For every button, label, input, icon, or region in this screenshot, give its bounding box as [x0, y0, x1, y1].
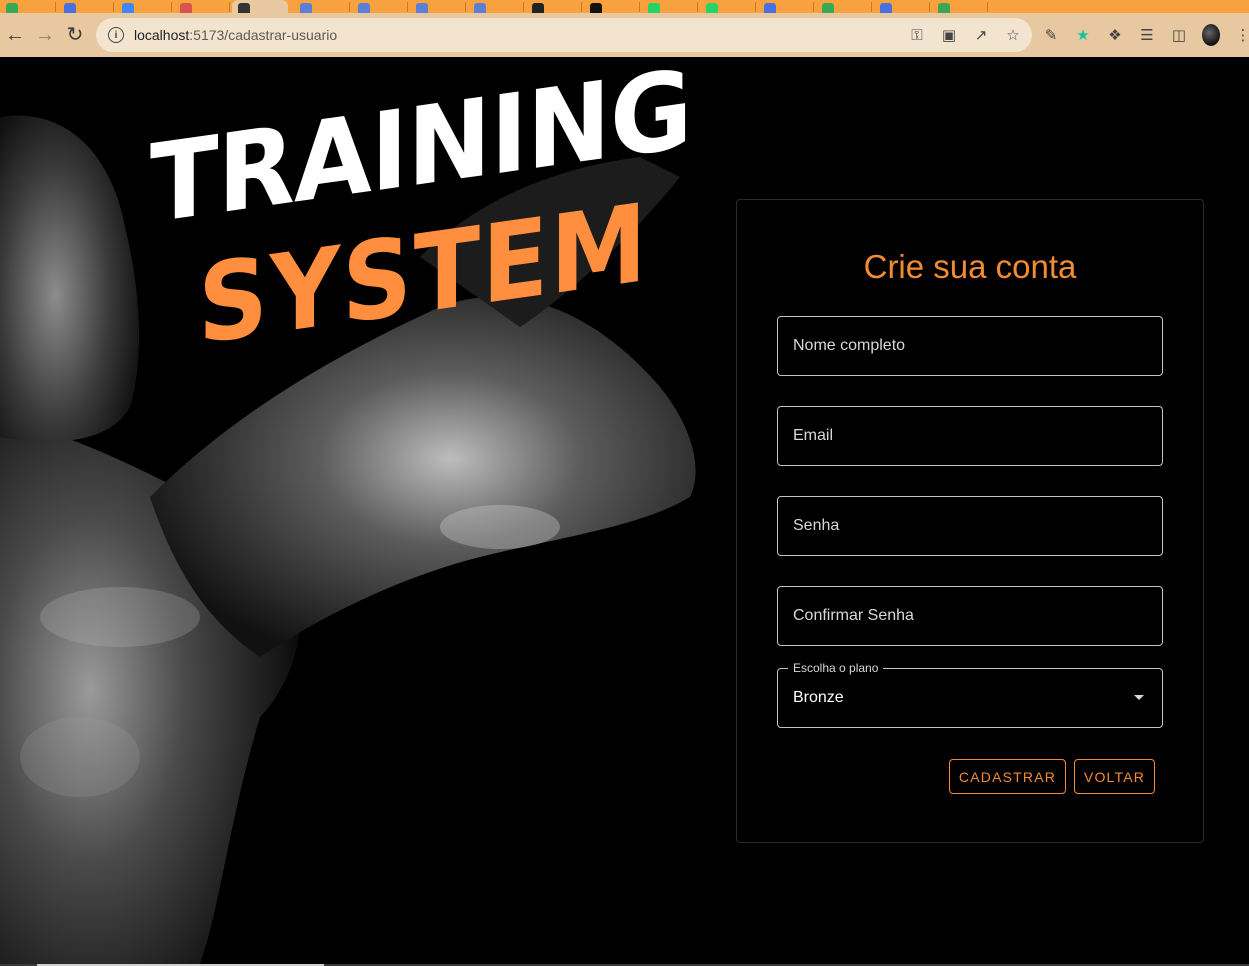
full-name-placeholder: Nome completo [793, 337, 906, 354]
tab-favicon-icon [648, 3, 660, 13]
dropdown-caret-icon[interactable] [1134, 695, 1144, 700]
forward-arrow-icon[interactable]: → [30, 20, 60, 50]
tab-favicon-icon [532, 3, 544, 13]
browser-tab[interactable] [758, 0, 814, 13]
back-button[interactable]: VOLTAR [1074, 759, 1155, 794]
tab-favicon-icon [64, 3, 76, 13]
browser-tab-strip [0, 0, 1249, 13]
plan-select-value: Bronze [793, 689, 844, 706]
tab-favicon-icon [6, 3, 18, 13]
browser-tab[interactable] [58, 0, 114, 13]
full-name-field[interactable]: Nome completo [777, 316, 1163, 376]
translate-icon[interactable]: ▣ [940, 28, 958, 43]
browser-tab[interactable] [116, 0, 172, 13]
browser-tab[interactable] [642, 0, 698, 13]
page-body: TRAINING SYSTEM Crie sua conta Nome comp… [0, 57, 1249, 964]
browser-tab[interactable] [700, 0, 756, 13]
plan-select[interactable]: Escolha o plano Bronze [777, 661, 1163, 728]
side-panel-icon[interactable]: ◫ [1170, 28, 1188, 43]
email-field[interactable]: Email [777, 406, 1163, 466]
eyedropper-extension-icon[interactable]: ✎ [1042, 28, 1060, 43]
address-url[interactable]: localhost:5173/cadastrar-usuario [134, 27, 337, 43]
browser-tab[interactable] [410, 0, 466, 13]
key-icon[interactable]: ⚿ [908, 28, 926, 43]
browser-tab[interactable] [874, 0, 930, 13]
bookmark-star-icon[interactable]: ☆ [1004, 28, 1022, 43]
extensions-puzzle-icon[interactable]: ❖ [1106, 28, 1124, 43]
back-arrow-icon[interactable]: ← [0, 20, 30, 50]
browser-tab[interactable] [816, 0, 872, 13]
tab-favicon-icon [822, 3, 834, 13]
browser-tab[interactable] [584, 0, 640, 13]
share-icon[interactable]: ↗ [972, 28, 990, 43]
form-title: Crie sua conta [863, 248, 1077, 285]
browser-toolbar: ← → ↻ i localhost:5173/cadastrar-usuario… [0, 13, 1249, 57]
profile-avatar[interactable] [1202, 24, 1220, 46]
email-placeholder: Email [793, 427, 834, 444]
tab-favicon-icon [300, 3, 312, 13]
tab-favicon-icon [122, 3, 134, 13]
confirm-password-field[interactable]: Confirmar Senha [777, 586, 1163, 646]
browser-tab-active[interactable] [232, 0, 288, 13]
tab-favicon-icon [180, 3, 192, 13]
tab-favicon-icon [764, 3, 776, 13]
url-host: localhost [134, 27, 190, 43]
tab-favicon-icon [416, 3, 428, 13]
browser-tab[interactable] [526, 0, 582, 13]
tab-favicon-icon [590, 3, 602, 13]
reload-icon[interactable]: ↻ [60, 20, 90, 50]
confirm-password-placeholder: Confirmar Senha [793, 607, 914, 624]
more-menu-icon[interactable]: ⋮ [1234, 28, 1249, 43]
tab-favicon-icon [358, 3, 370, 13]
tab-favicon-icon [880, 3, 892, 13]
site-info-icon[interactable]: i [108, 27, 124, 43]
extension-runner-icon[interactable]: ★ [1074, 28, 1092, 43]
browser-tab[interactable] [352, 0, 408, 13]
plan-select-label: Escolha o plano [788, 661, 884, 675]
browser-tab[interactable] [0, 0, 56, 13]
browser-tab[interactable] [294, 0, 350, 13]
address-bar[interactable]: i localhost:5173/cadastrar-usuario ⚿ ▣ ↗… [96, 18, 1032, 52]
browser-tab[interactable] [174, 0, 230, 13]
signup-card: Crie sua conta Nome completo Email Senha… [736, 199, 1204, 843]
register-button[interactable]: CADASTRAR [949, 759, 1066, 794]
tab-favicon-icon [706, 3, 718, 13]
media-queue-icon[interactable]: ☰ [1138, 28, 1156, 43]
url-path: :5173/cadastrar-usuario [189, 27, 338, 43]
tab-favicon-icon [238, 3, 250, 13]
password-placeholder: Senha [793, 517, 840, 534]
password-field[interactable]: Senha [777, 496, 1163, 556]
tab-favicon-icon [474, 3, 486, 13]
tab-favicon-icon [938, 3, 950, 13]
browser-tab[interactable] [932, 0, 988, 13]
browser-tab[interactable] [468, 0, 524, 13]
